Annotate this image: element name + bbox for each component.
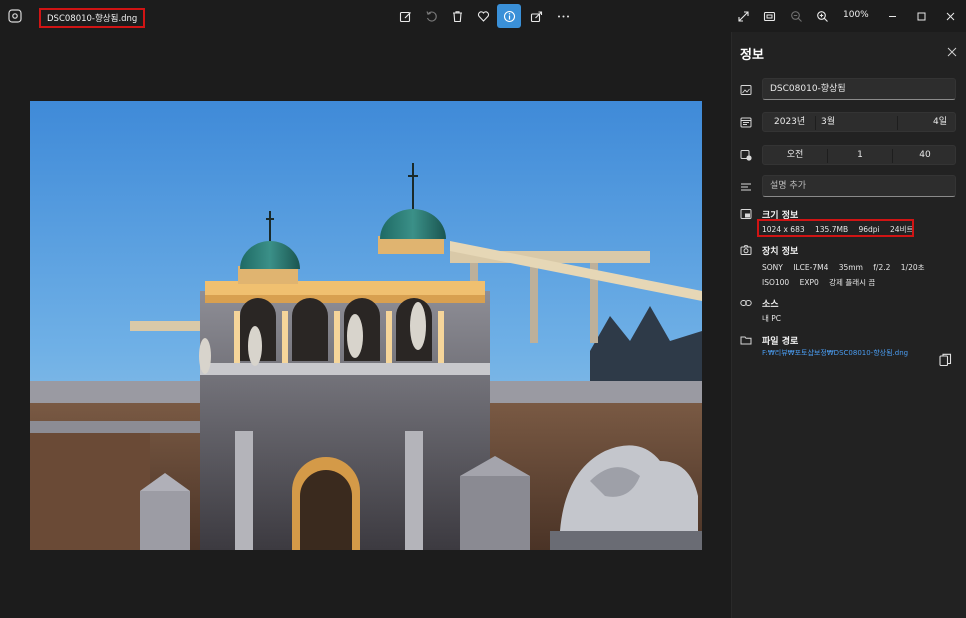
shutter-speed: 1/20초 <box>900 263 925 272</box>
calendar-icon <box>740 116 752 128</box>
time-hour[interactable]: 1 <box>828 146 892 164</box>
share-button[interactable] <box>524 4 548 28</box>
fullscreen-icon <box>737 10 749 22</box>
link-icon <box>740 297 752 309</box>
close-icon <box>946 12 954 20</box>
date-day[interactable]: 4일 <box>933 113 947 131</box>
aperture: f/2.2 <box>873 263 891 272</box>
zoom-level: 100% <box>843 10 869 20</box>
edit-image-icon <box>399 11 411 22</box>
close-window-button[interactable] <box>938 4 962 28</box>
iso: ISO100 <box>762 278 790 287</box>
image-viewer[interactable] <box>0 32 731 618</box>
photo-image[interactable] <box>30 101 702 550</box>
date-month[interactable]: 3월 <box>821 113 835 131</box>
image-size-icon <box>740 208 752 220</box>
filename-field[interactable]: DSC08010-향상됨 <box>762 78 956 100</box>
file-path-link[interactable]: F:₩리뷰₩포토샵보정₩DSC08010-향상됨.dng <box>762 348 908 358</box>
more-icon <box>557 15 569 17</box>
description-input[interactable]: 설명 추가 <box>762 175 956 197</box>
fullscreen-button[interactable] <box>731 4 755 28</box>
maximize-button[interactable] <box>909 4 933 28</box>
favorite-button[interactable] <box>471 4 495 28</box>
time-minute[interactable]: 40 <box>893 146 957 164</box>
panel-close-button[interactable] <box>946 46 958 58</box>
info-panel: 정보 DSC08010-향상됨 2023년 3월 4일 오전 1 40 설명 추… <box>731 32 966 618</box>
source-title: 소스 <box>762 300 779 310</box>
rotate-button[interactable] <box>419 4 443 28</box>
flash: 강제 플래시 끔 <box>829 278 876 287</box>
folder-icon <box>740 334 752 346</box>
zoom-in-button[interactable] <box>810 4 834 28</box>
info-icon <box>503 10 515 22</box>
fit-window-icon <box>763 11 775 21</box>
info-button[interactable] <box>497 4 521 28</box>
zoom-in-icon <box>816 10 828 22</box>
favorite-heart-icon <box>477 10 489 22</box>
time-picker[interactable]: 오전 1 40 <box>762 145 956 165</box>
panel-title: 정보 <box>740 48 764 63</box>
rotate-icon <box>425 10 437 22</box>
device-info-line-2: ISO100 EXP0 강제 플래시 끔 <box>762 277 883 288</box>
delete-icon <box>452 10 462 22</box>
exposure: EXP0 <box>799 278 819 287</box>
camera-model: ILCE-7M4 <box>793 263 829 272</box>
zoom-out-icon <box>790 10 802 22</box>
fit-window-button[interactable] <box>757 4 781 28</box>
date-picker[interactable]: 2023년 3월 4일 <box>762 112 956 132</box>
copy-path-button[interactable] <box>939 353 952 367</box>
camera-maker: SONY <box>762 263 783 272</box>
maximize-icon <box>917 12 925 20</box>
source-value: 내 PC <box>762 314 782 323</box>
title-bar: DSC08010-향상됨.dng 100% <box>0 0 966 32</box>
more-options-button[interactable] <box>551 4 575 28</box>
share-icon <box>530 10 542 22</box>
device-info-line-1: SONY ILCE-7M4 35mm f/2.2 1/20초 <box>762 262 933 273</box>
description-icon <box>740 181 752 193</box>
edit-image-button[interactable] <box>393 4 417 28</box>
file-path-title: 파일 경로 <box>762 337 799 347</box>
minimize-button[interactable] <box>880 4 904 28</box>
delete-button[interactable] <box>445 4 469 28</box>
size-info-highlight <box>757 219 914 237</box>
minimize-icon <box>888 15 896 17</box>
device-info-title: 장치 정보 <box>762 247 799 257</box>
date-year[interactable]: 2023년 <box>774 113 805 131</box>
image-icon <box>740 84 752 96</box>
focal-length: 35mm <box>838 263 863 272</box>
camera-icon <box>740 244 752 256</box>
zoom-out-button[interactable] <box>784 4 808 28</box>
copy-icon <box>939 353 952 367</box>
photos-app-icon <box>8 9 22 23</box>
file-name-title: DSC08010-향상됨.dng <box>39 8 146 28</box>
clock-calendar-icon <box>740 149 752 161</box>
time-ampm[interactable]: 오전 <box>763 146 827 164</box>
close-icon <box>947 47 957 57</box>
